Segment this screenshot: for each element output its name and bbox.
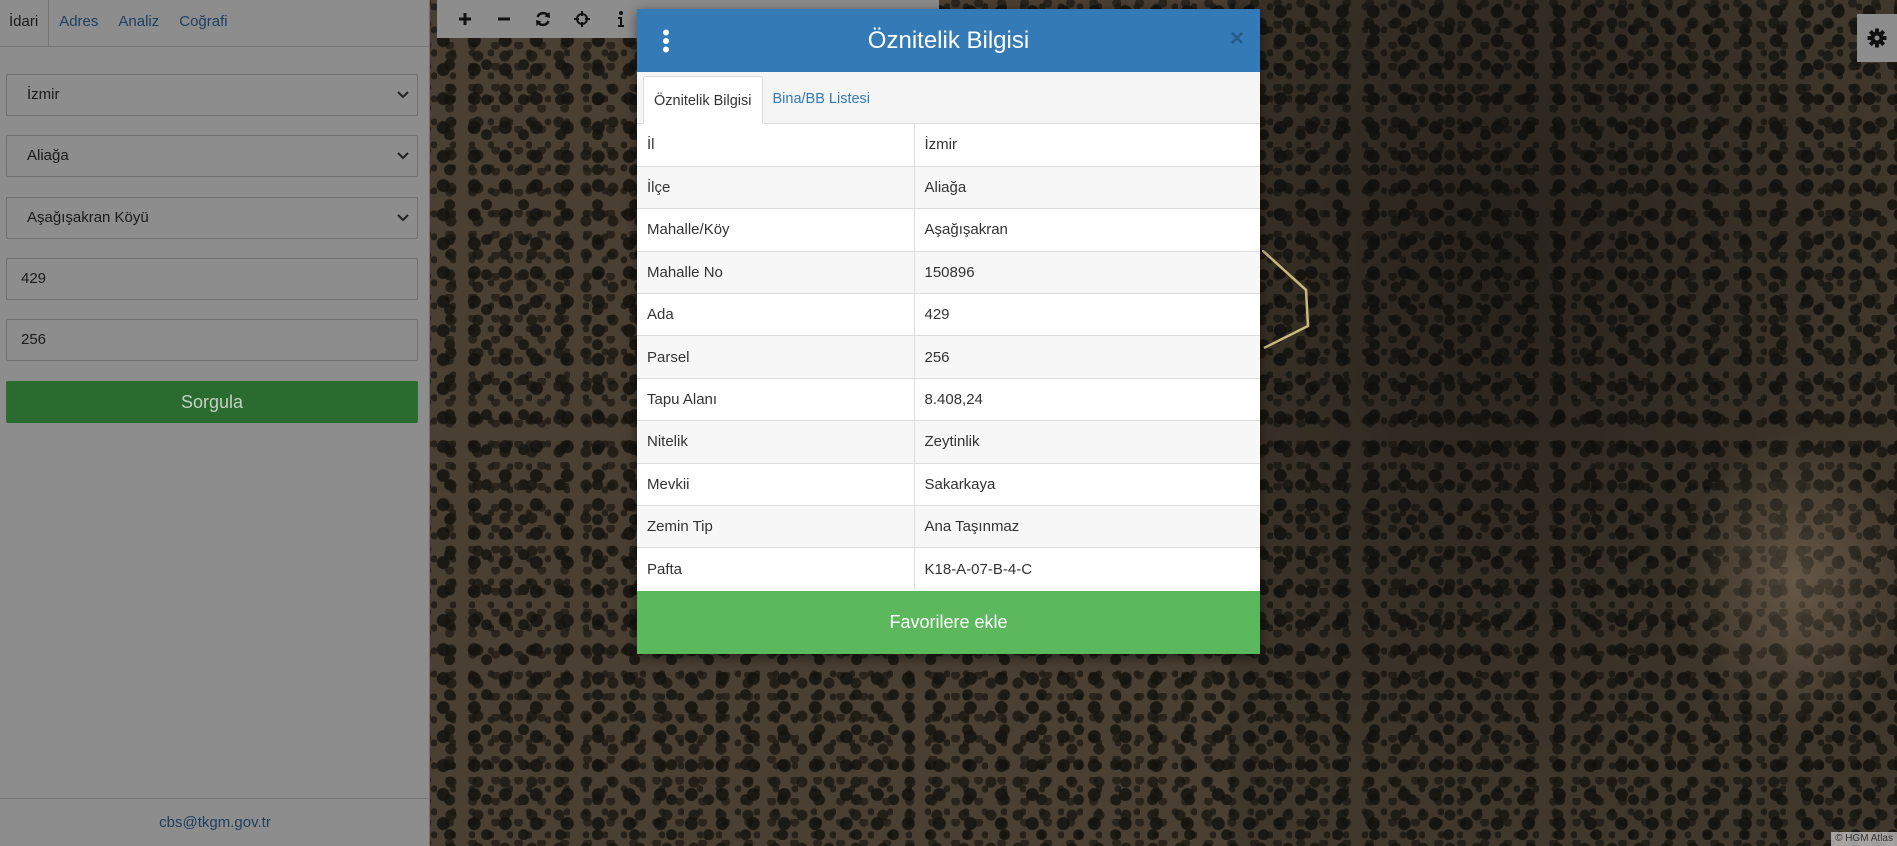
- attribute-value: 429: [914, 293, 1260, 336]
- attribute-value: Aşağışakran: [914, 208, 1260, 252]
- attribute-key: Tapu Alanı: [637, 377, 915, 421]
- table-row: Mevkii Sakarkaya: [637, 462, 1260, 506]
- zoom-out-button[interactable]: [484, 0, 523, 38]
- attribute-value: Aliağa: [914, 165, 1260, 209]
- footer-email-link[interactable]: cbs@tkgm.gov.tr: [0, 798, 430, 846]
- neighborhood-select-value: Aşağışakran Köyü: [27, 209, 149, 226]
- info-button[interactable]: [601, 0, 640, 38]
- table-row: Mahalle/Köy Aşağışakran: [637, 208, 1260, 252]
- attribute-value: İzmir: [924, 136, 958, 154]
- zoom-out-icon: [497, 17, 510, 21]
- attribute-value: 256: [914, 335, 1260, 379]
- table-row: İlçe Aliağa: [637, 165, 1260, 209]
- table-row: Ada 429: [637, 293, 1260, 336]
- attribute-value: Zeytinlik: [914, 420, 1260, 464]
- attribute-value: 8.408,24: [914, 377, 1260, 421]
- attribute-key: Nitelik: [637, 420, 915, 464]
- left-panel-tabs: İdari Adres Analiz Coğrafi: [0, 0, 429, 47]
- district-select-value: Aliağa: [27, 147, 69, 164]
- gear-icon: [1867, 28, 1887, 48]
- modal-tabs: Öznitelik Bilgisi Bina/BB Listesi: [637, 72, 1260, 124]
- query-button[interactable]: Sorgula: [6, 381, 418, 423]
- neighborhood-select[interactable]: Aşağışakran Köyü: [6, 197, 418, 239]
- tab-cografi[interactable]: Coğrafi: [169, 0, 237, 46]
- attribute-info-modal: Öznitelik Bilgisi × Öznitelik Bilgisi Bi…: [637, 9, 1260, 654]
- tab-adres[interactable]: Adres: [49, 0, 108, 46]
- attribute-value: Ana Taşınmaz: [914, 505, 1260, 548]
- attribute-value: K18-A-07-B-4-C: [914, 547, 1260, 591]
- table-row: Pafta K18-A-07-B-4-C: [637, 547, 1260, 591]
- locate-button[interactable]: [562, 0, 601, 38]
- block-input-value: 429: [21, 270, 47, 287]
- attribute-key: İlçe: [637, 165, 915, 209]
- attribute-key: Mevkii: [637, 462, 915, 506]
- table-row: Mahalle No 150896: [637, 250, 1260, 294]
- left-panel: İdari Adres Analiz Coğrafi İzmir Aliağa …: [0, 0, 430, 846]
- attribute-key: İl: [637, 124, 915, 167]
- tab-attribute-info[interactable]: Öznitelik Bilgisi: [643, 76, 763, 124]
- zoom-in-button[interactable]: [445, 0, 484, 38]
- table-row: Nitelik Zeytinlik: [637, 420, 1260, 464]
- table-row: Parsel 256: [637, 335, 1260, 379]
- parcel-outline: [1262, 250, 1310, 350]
- attribute-table: İl İzmir İlçe Aliağa Mahalle/Köy Aşağışakra…: [637, 124, 1260, 591]
- zoom-in-icon: [458, 13, 471, 25]
- modal-header: Öznitelik Bilgisi ×: [637, 9, 1260, 72]
- settings-button[interactable]: [1857, 14, 1897, 62]
- table-row: Zemin Tip Ana Taşınmaz: [637, 505, 1260, 548]
- add-to-favorites-button[interactable]: Favorilere ekle: [637, 591, 1260, 654]
- attribute-key: Ada: [637, 293, 915, 336]
- province-select-value: İzmir: [27, 86, 60, 103]
- refresh-button[interactable]: [523, 0, 562, 38]
- attribute-key: Parsel: [637, 335, 915, 379]
- table-row: İl İzmir: [637, 124, 1260, 167]
- table-row: Tapu Alanı 8.408,24: [637, 377, 1260, 421]
- map-clearing: [1680, 430, 1897, 730]
- attribute-key: Pafta: [637, 547, 915, 591]
- info-icon: [617, 11, 624, 27]
- map-attribution[interactable]: © HGM Atlas: [1831, 832, 1897, 846]
- refresh-icon: [535, 11, 550, 27]
- district-select[interactable]: Aliağa: [6, 135, 418, 177]
- parcel-input[interactable]: 256: [6, 319, 418, 361]
- modal-title: Öznitelik Bilgisi: [867, 27, 1030, 54]
- tab-building-list[interactable]: Bina/BB Listesi: [763, 75, 881, 123]
- attribute-value: 150896: [914, 250, 1260, 294]
- parcel-input-value: 256: [21, 331, 47, 348]
- chevron-down-icon: [397, 152, 409, 160]
- chevron-down-icon: [397, 214, 409, 222]
- tab-idari[interactable]: İdari: [0, 0, 50, 46]
- close-button[interactable]: ×: [1230, 27, 1244, 51]
- province-select[interactable]: İzmir: [6, 74, 418, 116]
- attribute-key: Mahalle No: [637, 250, 915, 294]
- chevron-down-icon: [397, 91, 409, 99]
- tab-analiz[interactable]: Analiz: [108, 0, 169, 46]
- attribute-key: Zemin Tip: [637, 505, 915, 548]
- attribute-key: Mahalle/Köy: [637, 208, 915, 252]
- block-input[interactable]: 429: [6, 258, 418, 300]
- attribute-value: Sakarkaya: [914, 462, 1260, 506]
- locate-icon: [573, 11, 590, 27]
